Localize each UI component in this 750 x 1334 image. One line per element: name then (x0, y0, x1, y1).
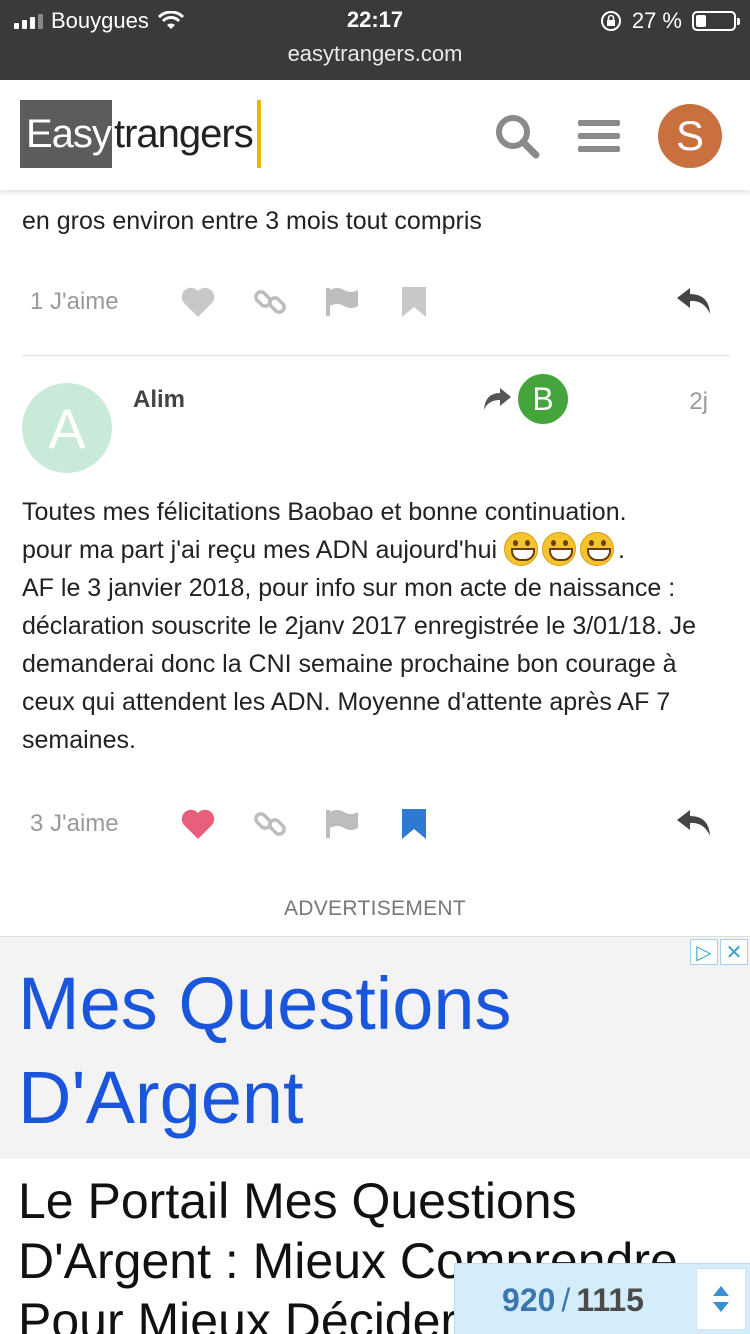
share-arrow-icon (484, 388, 511, 410)
hamburger-menu-icon[interactable] (578, 118, 620, 154)
reply-icon (677, 288, 710, 314)
progress-total: 1115 (576, 1282, 644, 1318)
battery-info: 27 % (600, 8, 740, 34)
reply-icon (677, 810, 710, 836)
url-bar[interactable]: easytrangers.com (0, 41, 750, 67)
logo-part-easy: Easy (20, 100, 112, 168)
ad-title[interactable]: Mes Questions D'Argent (18, 957, 698, 1145)
header-icons: S (494, 104, 722, 168)
grinning-emoji-icon (580, 532, 614, 566)
copy-link-button[interactable] (248, 807, 292, 841)
close-icon[interactable]: ✕ (720, 939, 748, 965)
post-body-line2-text: pour ma part j'ai reçu mes ADN aujourd'h… (22, 536, 504, 564)
flag-icon (326, 288, 358, 316)
progress-expand-button[interactable] (696, 1268, 746, 1330)
status-bar: Bouygues 22:17 27 % easytrangers.com (0, 0, 750, 80)
grinning-emoji-icon (542, 532, 576, 566)
flag-icon (326, 810, 358, 838)
bookmark-button[interactable] (392, 808, 436, 840)
progress-current: 920 (502, 1282, 556, 1318)
battery-percent: 27 % (631, 8, 682, 33)
reply-to-indicator[interactable]: B (482, 374, 568, 424)
search-icon[interactable] (494, 113, 540, 159)
post-body: Toutes mes félicitations Baobao et bonne… (22, 493, 732, 759)
heart-icon (181, 809, 215, 839)
link-icon (254, 812, 286, 836)
ad-choices[interactable]: ▷ ✕ (690, 939, 748, 965)
progress-separator: / (561, 1282, 571, 1318)
heart-icon (181, 287, 215, 317)
post-body-previous: en gros environ entre 3 mois tout compri… (22, 207, 482, 235)
grinning-emoji-icon (504, 532, 538, 566)
like-button[interactable] (176, 808, 220, 840)
reply-button[interactable] (676, 808, 712, 843)
post-body-line2: pour ma part j'ai reçu mes ADN aujourd'h… (22, 531, 732, 569)
site-logo[interactable]: Easy trangers (20, 100, 261, 168)
post-body-line2-end: . (618, 536, 625, 564)
link-icon (254, 290, 286, 314)
post-actions: 3 J'aime (22, 802, 712, 846)
like-button[interactable] (176, 286, 220, 318)
like-count[interactable]: 1 J'aime (30, 288, 148, 316)
post-body-rest: AF le 3 janvier 2018, pour info sur mon … (22, 574, 697, 754)
up-down-arrows-icon (713, 1286, 729, 1312)
flag-button[interactable] (320, 808, 364, 840)
post-body-line1: Toutes mes félicitations Baobao et bonne… (22, 498, 627, 526)
reply-button[interactable] (676, 286, 712, 321)
advertisement-label: ADVERTISEMENT (283, 897, 467, 920)
reply-to-avatar: B (518, 374, 568, 424)
author-name[interactable]: Alim (133, 386, 185, 414)
topic-progress-count: 920/1115 (455, 1282, 691, 1319)
like-count[interactable]: 3 J'aime (30, 810, 148, 838)
bookmark-icon (402, 287, 426, 317)
post-age[interactable]: 2j (689, 388, 708, 416)
user-avatar[interactable]: S (658, 104, 722, 168)
rotation-lock-icon (600, 11, 621, 31)
bookmark-icon (402, 809, 426, 839)
copy-link-button[interactable] (248, 285, 292, 319)
flag-button[interactable] (320, 286, 364, 318)
author-avatar[interactable]: A (22, 383, 112, 473)
logo-part-trangers: trangers (112, 100, 261, 168)
post-actions-previous: 1 J'aime (22, 280, 712, 324)
site-header: Easy trangers S (0, 80, 750, 190)
battery-icon (692, 11, 740, 31)
post-divider (22, 355, 730, 356)
bookmark-button[interactable] (392, 286, 436, 318)
topic-progress[interactable]: 920/1115 (454, 1263, 750, 1334)
